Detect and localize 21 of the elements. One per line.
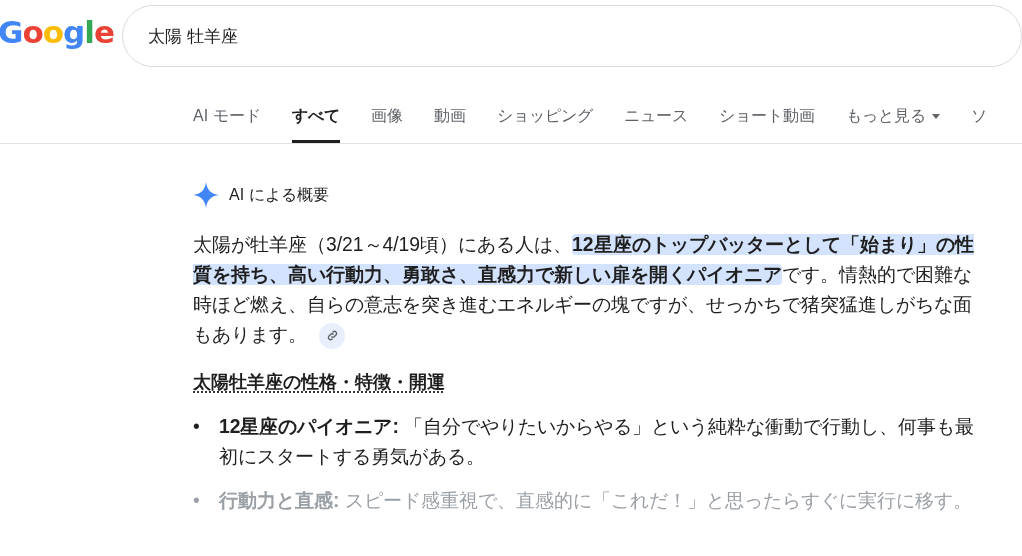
bullet-marker: • [193, 489, 201, 513]
overview-paragraph: 太陽が牡羊座（3/21～4/19頃）にある人は、12星座のトップバッターとして「始まり」の性質を持ち、高い行動力、勇敢さ、直感力で新しい扉を開くパイオニアです。情熱的で困難な時ほど燃え、自らの意志を突き進むエネルギーの塊ですが、せっかちで猪突猛進しがちな面もあります。 [193, 230, 975, 350]
tab[interactable]: ニュース [623, 106, 688, 143]
logo[interactable]: Google [0, 14, 122, 50]
sparkle-icon [193, 182, 219, 208]
link-icon [325, 329, 339, 343]
tab[interactable]: すべて [291, 106, 340, 143]
bullet-marker: • [193, 415, 201, 439]
tab[interactable]: もっと見る [845, 106, 940, 143]
caret-icon [931, 114, 940, 119]
link-button[interactable] [319, 322, 345, 349]
tab[interactable]: ショート動画 [718, 106, 815, 143]
tab[interactable]: ソ [970, 106, 987, 143]
tab[interactable]: 動画 [433, 106, 466, 143]
bullet-text: 行動力と直感: スピード感重視で、直感的に「これだ！」と思ったらすぐに実行に移す。 [219, 489, 972, 513]
tab[interactable]: ショッピング [496, 106, 593, 143]
overview-title: AI による概要 [229, 184, 329, 205]
tab[interactable]: 画像 [370, 106, 403, 143]
section-heading: 太陽牡羊座の性格・特徴・開運 [193, 371, 445, 394]
tab[interactable]: AI モード [193, 106, 261, 143]
bullet-text: 12星座のパイオニア: 「自分でやりたいからやる」という純粋な衝動で行動し、何事も最初にスタートする勇気がある。 [219, 415, 975, 469]
